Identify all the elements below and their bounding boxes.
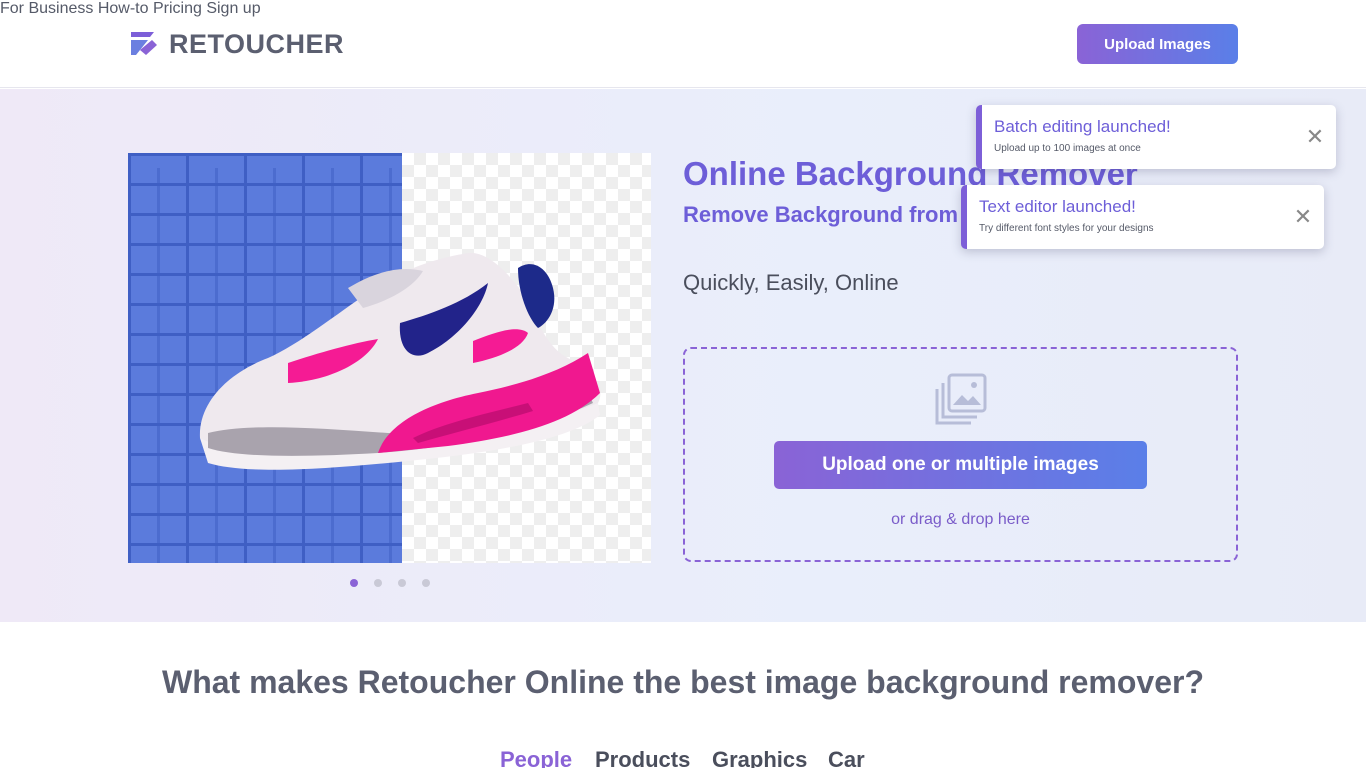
carousel-dot-2[interactable] <box>374 579 382 587</box>
toast-text-editor: Text editor launched! Try different font… <box>961 185 1324 249</box>
tab-graphics[interactable]: Graphics <box>712 747 807 768</box>
toast-batch-editing: Batch editing launched! Upload up to 100… <box>976 105 1336 169</box>
upload-images-button[interactable]: Upload Images <box>1077 24 1238 64</box>
carousel-dots <box>350 579 446 587</box>
toast-title: Text editor launched! <box>979 197 1136 216</box>
images-stack-icon <box>935 373 987 425</box>
tab-people[interactable]: People <box>500 747 572 768</box>
site-header: RETOUCHER For Business How-to Pricing Si… <box>0 0 1366 88</box>
features-heading: What makes Retoucher Online the best ima… <box>161 664 1205 700</box>
before-after-showcase[interactable] <box>128 153 651 563</box>
nav-sign-up[interactable]: Sign up <box>206 0 260 17</box>
nav-pricing[interactable]: Pricing <box>153 0 202 17</box>
nav-how-to[interactable]: How-to <box>98 0 149 17</box>
drag-drop-hint: or drag & drop here <box>891 511 1030 528</box>
carousel-dot-4[interactable] <box>422 579 430 587</box>
toast-text: Upload up to 100 images at once <box>994 143 1141 154</box>
tab-products[interactable]: Products <box>595 747 690 768</box>
logo[interactable]: RETOUCHER <box>128 28 344 60</box>
upload-dropzone[interactable]: Upload one or multiple images or drag & … <box>683 347 1238 562</box>
brand-name: RETOUCHER <box>169 28 345 59</box>
hero-subtitle: Remove Background from <box>683 202 959 227</box>
nav-for-business[interactable]: For Business <box>0 0 93 17</box>
retoucher-logo-icon <box>131 32 157 55</box>
hero-tagline: Quickly, Easily, Online <box>683 270 899 295</box>
carousel-dot-1[interactable] <box>350 579 358 587</box>
upload-multiple-button[interactable]: Upload one or multiple images <box>774 441 1147 489</box>
close-icon[interactable]: ✕ <box>1293 206 1313 228</box>
toast-text: Try different font styles for your desig… <box>979 223 1154 234</box>
sneaker-image <box>199 253 601 470</box>
carousel-dot-3[interactable] <box>398 579 406 587</box>
toast-title: Batch editing launched! <box>994 117 1171 136</box>
tab-car[interactable]: Car <box>828 747 865 768</box>
close-icon[interactable]: ✕ <box>1305 126 1325 148</box>
